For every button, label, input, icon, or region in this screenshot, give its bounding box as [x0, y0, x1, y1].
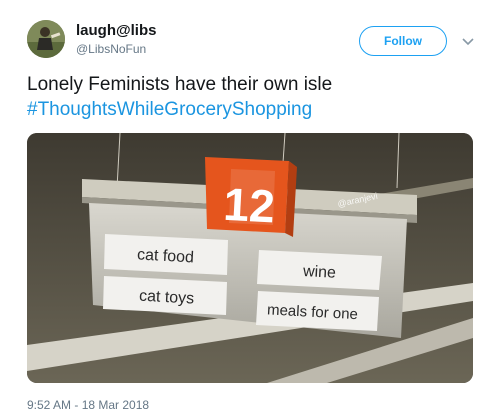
sign-cat-food: cat food: [137, 246, 195, 266]
hashtag-link[interactable]: #ThoughtsWhileGroceryShopping: [27, 97, 477, 122]
aisle-number: 12: [222, 178, 276, 233]
tweet-body: Lonely Feminists have their own isle: [27, 74, 333, 95]
sign-wine: wine: [302, 263, 337, 282]
display-name[interactable]: laugh@libs: [76, 22, 156, 40]
avatar[interactable]: [27, 20, 65, 58]
tweet-image[interactable]: 12 @aranjevi cat food wine cat toys meal…: [27, 133, 473, 383]
tweet-text: Lonely Feminists have their own isle #Th…: [27, 72, 477, 122]
follow-button[interactable]: Follow: [359, 26, 447, 56]
tweet-timestamp[interactable]: 9:52 AM - 18 Mar 2018: [27, 398, 149, 412]
sign-cat-toys: cat toys: [139, 288, 195, 308]
chevron-down-icon[interactable]: [462, 34, 474, 46]
user-handle[interactable]: @LibsNoFun: [76, 41, 156, 57]
author-info: laugh@libs @LibsNoFun: [76, 22, 156, 57]
tweet-card: laugh@libs @LibsNoFun Follow Lonely Femi…: [0, 0, 500, 419]
